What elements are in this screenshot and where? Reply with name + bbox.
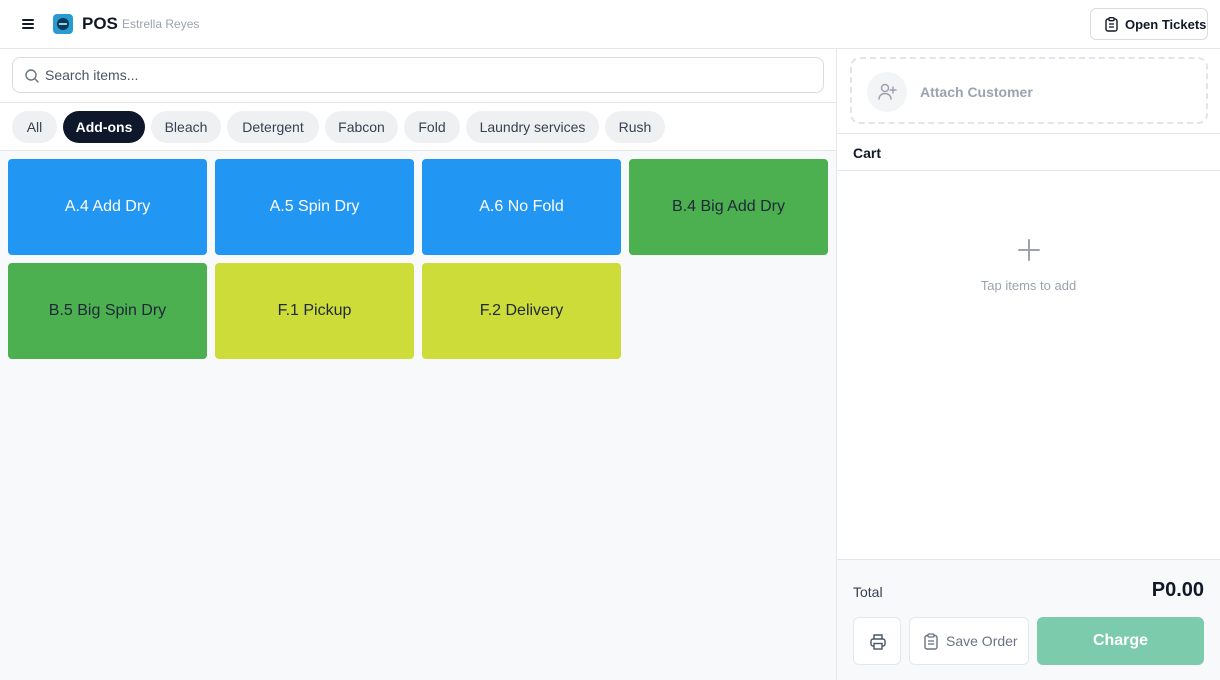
plus-icon — [1018, 239, 1040, 261]
category-chip-detergent[interactable]: Detergent — [227, 111, 319, 143]
category-chip-rush[interactable]: Rush — [605, 111, 665, 143]
category-chip-fabcon[interactable]: Fabcon — [325, 111, 398, 143]
cart-header: Cart — [837, 133, 1220, 171]
pos-logo-icon — [53, 14, 73, 34]
category-chip-add-ons[interactable]: Add-ons — [63, 111, 145, 143]
attach-customer-label: Attach Customer — [920, 84, 1033, 100]
search-box[interactable] — [12, 57, 824, 93]
item-tile[interactable]: F.2 Delivery — [422, 263, 621, 359]
item-panel: All Add-ons Bleach Detergent Fabcon Fold… — [0, 49, 837, 680]
user-plus-icon — [878, 83, 897, 100]
save-order-label: Save Order — [946, 633, 1018, 649]
attach-customer-button[interactable]: Attach Customer — [850, 57, 1208, 124]
save-order-button[interactable]: Save Order — [909, 617, 1029, 665]
customer-avatar — [867, 72, 907, 112]
open-tickets-label: Open Tickets — [1125, 17, 1207, 32]
total-label: Total — [853, 584, 883, 600]
print-button[interactable] — [853, 617, 901, 665]
top-bar: POS Estrella Reyes Open Tickets — [0, 0, 1220, 49]
open-tickets-button[interactable]: Open Tickets — [1090, 8, 1208, 40]
category-chip-fold[interactable]: Fold — [404, 111, 460, 143]
category-filter-bar: All Add-ons Bleach Detergent Fabcon Fold… — [0, 102, 836, 151]
clipboard-icon — [924, 633, 938, 650]
item-tile[interactable]: A.6 No Fold — [422, 159, 621, 255]
hamburger-menu-icon[interactable] — [20, 16, 36, 32]
app-title: POS — [82, 14, 118, 33]
item-tile[interactable]: B.4 Big Add Dry — [629, 159, 828, 255]
category-chip-all[interactable]: All — [12, 111, 57, 143]
category-chip-laundry-services[interactable]: Laundry services — [466, 111, 599, 143]
search-area — [0, 49, 836, 102]
item-tile[interactable]: A.5 Spin Dry — [215, 159, 414, 255]
clipboard-icon — [1105, 17, 1118, 32]
search-icon — [25, 69, 39, 83]
cart-footer: Total P0.00 Save Order Charge — [837, 559, 1220, 680]
user-name: Estrella Reyes — [122, 17, 200, 31]
total-value: P0.00 — [1151, 579, 1204, 601]
category-chip-bleach[interactable]: Bleach — [151, 111, 221, 143]
item-tile[interactable]: A.4 Add Dry — [8, 159, 207, 255]
charge-button[interactable]: Charge — [1037, 617, 1204, 665]
item-tile[interactable]: F.1 Pickup — [215, 263, 414, 359]
cart-panel: Attach Customer Cart Tap items to add To… — [837, 49, 1220, 680]
cart-empty-message: Tap items to add — [980, 278, 1077, 293]
search-input[interactable] — [45, 58, 815, 92]
cart-title: Cart — [853, 145, 882, 161]
item-tile[interactable]: B.5 Big Spin Dry — [8, 263, 207, 359]
printer-icon — [870, 634, 886, 650]
